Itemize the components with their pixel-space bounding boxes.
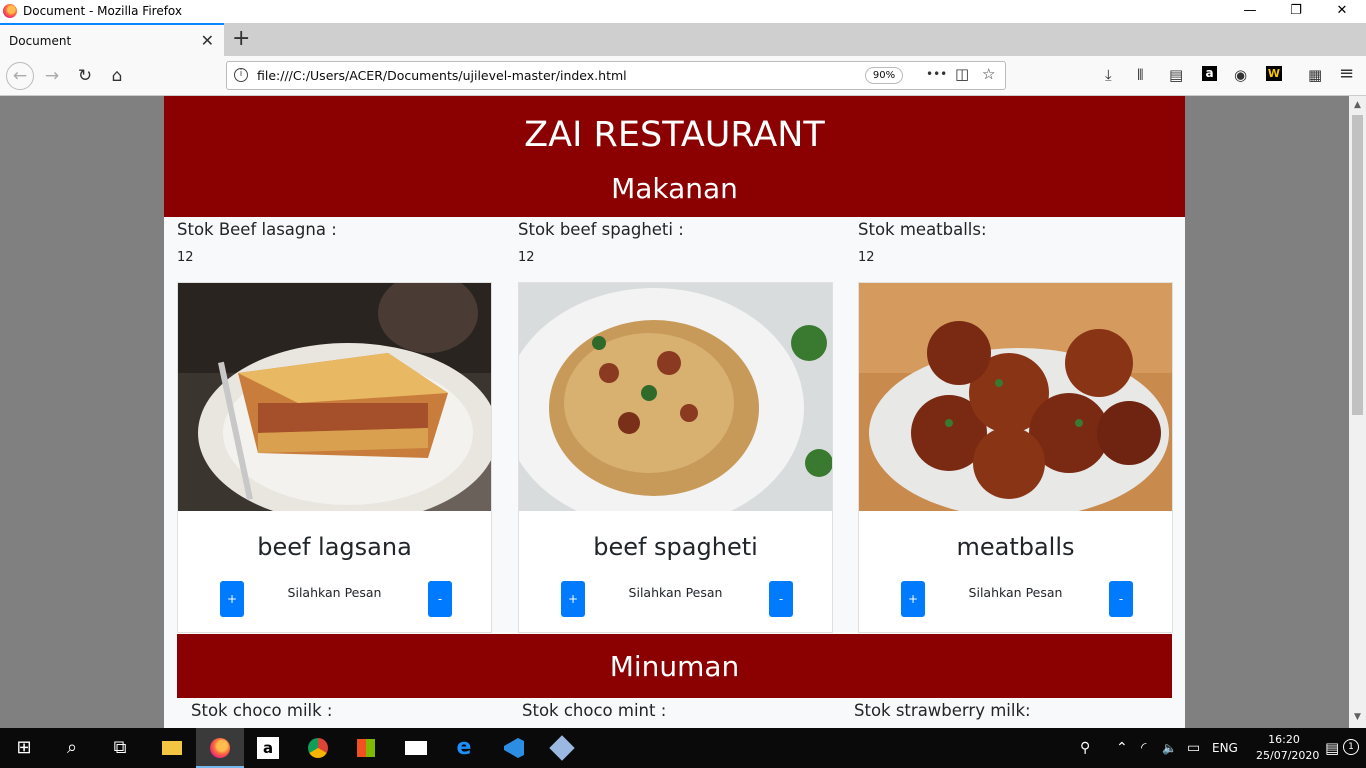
notification-count-badge: 1 [1343,739,1359,755]
drink-section-header: Minuman [177,634,1172,698]
extensions-icon[interactable]: ▦ [1308,66,1322,84]
menu-icon[interactable]: ≡ [1339,63,1354,84]
decrease-button[interactable]: - [428,581,452,617]
decrease-button[interactable]: - [769,581,793,617]
back-button[interactable]: ← [6,62,34,90]
food-card-meatballs: meatballs + Silahkan Pesan - [858,282,1173,633]
sidebar-icon[interactable]: ▤ [1169,66,1183,84]
clock-time: 16:20 [1268,733,1300,746]
volume-icon[interactable]: 🔈 [1162,728,1177,768]
notification-center-icon[interactable]: ▤ [1325,728,1339,768]
tab-close-icon[interactable]: ✕ [201,31,214,50]
firefox-icon[interactable] [196,728,244,768]
tab-document[interactable]: Document ✕ [0,23,224,56]
home-button[interactable]: ⌂ [103,62,131,90]
tab-label: Document [9,34,72,48]
library-icon[interactable]: ⦀ [1137,66,1144,84]
url-text[interactable]: file:///C:/Users/ACER/Documents/ujilevel… [257,68,627,83]
scroll-up-arrow-icon[interactable]: ▲ [1349,100,1366,110]
food-stock-label: Stok beef spagheti : [518,220,684,239]
virtualbox-icon[interactable] [538,728,586,768]
food-stock-value: 12 [518,250,535,265]
drink-stock-label: Stok strawberry milk: [854,701,1031,720]
food-stock-label: Stok meatballs: [858,220,987,239]
windows-taskbar: ⊞ ⌕ ⧉ a e ⚲ ⌃ ◜ 🔈 ▭ ENG 16:20 25/07/2020… [0,728,1366,768]
food-section-title: Makanan [611,172,738,205]
page-actions-icon[interactable]: ••• [926,67,947,81]
food-stock-label: Stok Beef lasagna : [177,220,337,239]
food-card-spaghetti: beef spagheti + Silahkan Pesan - [518,282,833,633]
page-viewport[interactable]: ZAI RESTAURANT Makanan Stok Beef lasagna… [0,96,1349,728]
network-icon[interactable]: ◜ [1141,728,1146,768]
address-bar[interactable]: i file:///C:/Users/ACER/Documents/ujilev… [226,61,1006,90]
bookmark-star-icon[interactable]: ☆ [982,65,995,83]
food-name: beef spagheti [593,533,758,561]
pocket-icon[interactable]: ◫ [955,65,969,83]
navigation-toolbar: ← → ↻ ⌂ i file:///C:/Users/ACER/Document… [0,56,1366,96]
restaurant-name: ZAI RESTAURANT [524,115,825,155]
tab-strip: Document ✕ + [0,23,1366,56]
page-header: ZAI RESTAURANT Makanan [164,96,1185,217]
clock-date: 25/07/2020 [1256,749,1320,762]
show-hidden-icons-icon[interactable]: ⌃ [1116,728,1128,768]
food-stock-value: 12 [858,250,875,265]
language-indicator[interactable]: ENG [1212,728,1238,768]
chrome-icon[interactable] [294,728,342,768]
forward-button[interactable]: → [38,62,66,90]
firefox-logo-icon [3,4,17,18]
amazon-icon[interactable]: a [244,728,292,768]
food-name: beef lagsana [257,533,412,561]
extension-icon[interactable]: W [1266,66,1282,81]
edge-icon[interactable]: e [440,728,488,768]
spaghetti-image [519,283,832,511]
new-tab-button[interactable]: + [232,26,250,51]
scroll-down-arrow-icon[interactable]: ▼ [1349,712,1366,722]
system-clock[interactable]: 16:20 25/07/2020 [1256,732,1320,764]
drink-stock-label: Stok choco milk : [191,701,333,720]
window-title-bar: Document - Mozilla Firefox — ❐ ✕ [0,0,1366,23]
store-icon[interactable] [342,728,390,768]
reload-button[interactable]: ↻ [71,62,99,90]
meatballs-image [859,283,1172,511]
close-window-button[interactable]: ✕ [1319,0,1365,23]
vscode-icon[interactable] [490,728,538,768]
vertical-scrollbar[interactable]: ▲ ▼ [1349,96,1366,728]
decrease-button[interactable]: - [1109,581,1133,617]
mail-icon[interactable] [392,728,440,768]
battery-icon[interactable]: ▭ [1187,728,1200,768]
food-stock-value: 12 [177,250,194,265]
lasagna-image [178,283,491,511]
account-icon[interactable]: ◉ [1234,66,1247,84]
zoom-indicator[interactable]: 90% [865,67,903,84]
page-info-icon[interactable]: i [234,68,248,82]
start-button[interactable]: ⊞ [0,728,48,768]
amazon-icon[interactable]: a [1202,66,1217,81]
food-name: meatballs [956,533,1075,561]
minimize-button[interactable]: — [1227,0,1273,23]
search-icon[interactable]: ⌕ [48,728,96,768]
restore-button[interactable]: ❐ [1273,0,1319,23]
people-icon[interactable]: ⚲ [1080,728,1090,768]
drink-stock-label: Stok choco mint : [522,701,667,720]
scrollbar-thumb[interactable] [1352,115,1363,415]
download-icon[interactable]: ⤓ [1105,66,1112,84]
window-title: Document - Mozilla Firefox [23,4,183,18]
restaurant-page: ZAI RESTAURANT Makanan Stok Beef lasagna… [164,96,1185,728]
file-explorer-icon[interactable] [148,728,196,768]
food-card-lasagna: beef lagsana + Silahkan Pesan - [177,282,492,633]
task-view-icon[interactable]: ⧉ [96,728,144,768]
drink-section-title: Minuman [609,650,740,683]
